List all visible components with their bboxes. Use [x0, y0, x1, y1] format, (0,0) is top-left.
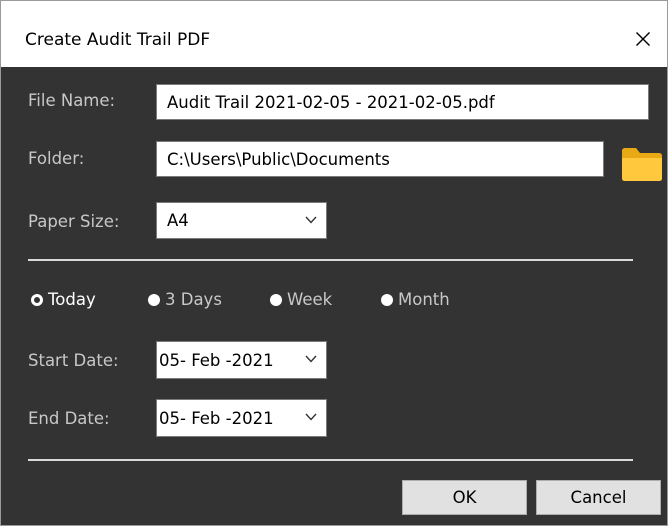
radio-today-label: Today [48, 290, 96, 309]
close-button[interactable] [621, 19, 665, 59]
folder-icon [622, 148, 662, 181]
radio-month-label: Month [398, 290, 450, 309]
start-date-label: Start Date: [28, 351, 119, 370]
paper-size-select[interactable]: A4 [156, 202, 327, 239]
ok-button[interactable]: OK [402, 480, 527, 515]
dialog-body: File Name: Audit Trail 2021-02-05 - 2021… [1, 67, 667, 525]
radio-unselected-icon [381, 293, 393, 306]
start-date-picker[interactable]: 05- Feb -2021 [156, 341, 327, 379]
divider-top [28, 259, 633, 261]
radio-3-days-label: 3 Days [165, 290, 222, 309]
file-name-field[interactable]: Audit Trail 2021-02-05 - 2021-02-05.pdf [156, 84, 649, 120]
paper-size-label: Paper Size: [28, 212, 120, 231]
chevron-down-icon [305, 413, 317, 421]
radio-week[interactable]: Week [270, 290, 332, 309]
radio-month[interactable]: Month [381, 290, 450, 309]
paper-size-value: A4 [167, 211, 189, 230]
radio-3-days[interactable]: 3 Days [148, 290, 222, 309]
cancel-button[interactable]: Cancel [536, 480, 661, 515]
close-icon [636, 32, 650, 46]
radio-unselected-icon [270, 293, 282, 306]
radio-unselected-icon [148, 293, 160, 306]
folder-field[interactable]: C:\Users\Public\Documents [156, 141, 604, 177]
radio-selected-icon [31, 293, 43, 306]
start-date-value: 05- Feb -2021 [159, 350, 274, 370]
end-date-picker[interactable]: 05- Feb -2021 [156, 399, 327, 437]
dialog-title: Create Audit Trail PDF [25, 30, 211, 50]
file-name-label: File Name: [28, 91, 116, 110]
browse-folder-button[interactable] [621, 147, 663, 181]
chevron-down-icon [305, 355, 317, 363]
end-date-label: End Date: [28, 409, 110, 428]
radio-week-label: Week [287, 290, 333, 309]
folder-label: Folder: [28, 149, 85, 168]
radio-today[interactable]: Today [31, 290, 96, 309]
create-audit-trail-dialog: Create Audit Trail PDF File Name: Audit … [0, 0, 668, 526]
chevron-down-icon [305, 216, 317, 224]
title-bar: Create Audit Trail PDF [1, 1, 667, 67]
divider-bottom [28, 459, 633, 461]
end-date-value: 05- Feb -2021 [159, 408, 274, 428]
